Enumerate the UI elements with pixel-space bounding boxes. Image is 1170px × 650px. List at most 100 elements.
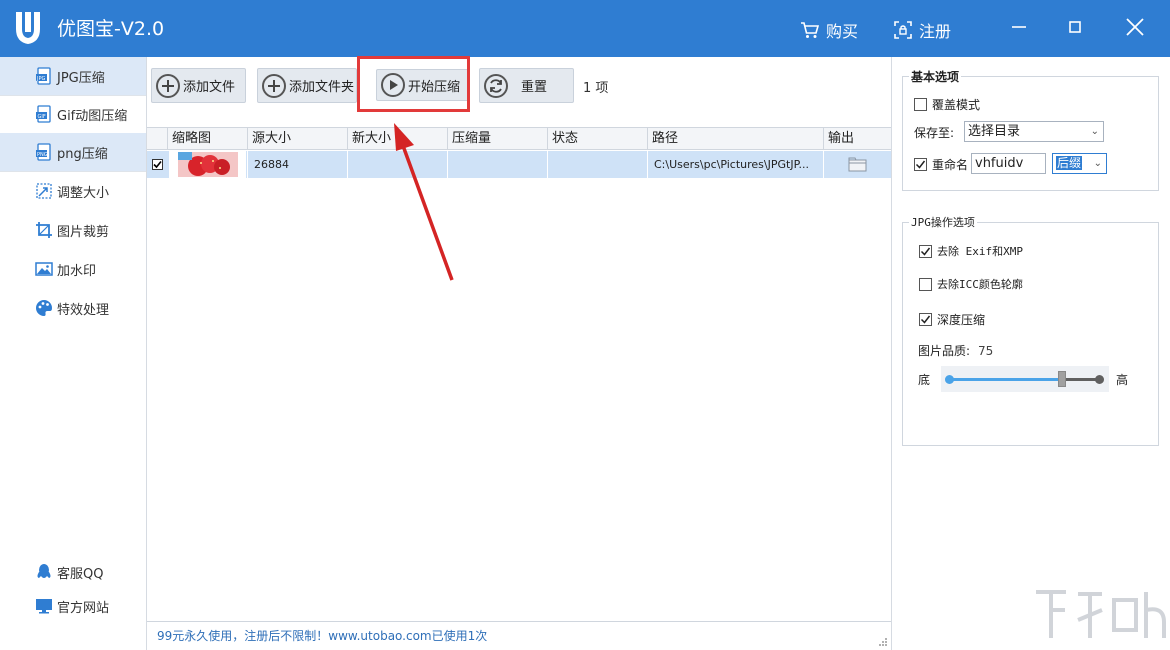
add-folder-label: 添加文件夹 bbox=[289, 80, 355, 95]
add-file-label: 添加文件 bbox=[183, 80, 236, 95]
sidebar-item-crop[interactable]: 图片裁剪 bbox=[0, 211, 146, 249]
support-qq-link[interactable]: 客服QQ bbox=[0, 553, 146, 591]
rename-checkbox[interactable]: 重命名 bbox=[914, 156, 968, 173]
jpg-options-title: JPG操作选项 bbox=[909, 214, 977, 230]
svg-text:PNG: PNG bbox=[37, 152, 48, 158]
deep-compress-checkbox[interactable]: 深度压缩 bbox=[919, 311, 985, 328]
quality-slider[interactable] bbox=[941, 366, 1109, 392]
buy-button[interactable]: 购买 bbox=[800, 18, 858, 42]
register-icon bbox=[894, 21, 912, 39]
quality-low-label: 底 bbox=[918, 373, 931, 387]
chevron-down-icon: ⌄ bbox=[1093, 158, 1102, 169]
column-header-status[interactable]: 状态 bbox=[547, 128, 647, 150]
slider-fill bbox=[949, 378, 1062, 381]
deep-compress-label: 深度压缩 bbox=[937, 313, 986, 327]
checkbox-unchecked bbox=[914, 98, 927, 111]
rename-position-select[interactable]: 后缀 ⌄ bbox=[1052, 153, 1107, 174]
sidebar-item-gif-compress[interactable]: GIF Gif动图压缩 bbox=[0, 95, 146, 133]
svg-text:GIF: GIF bbox=[38, 114, 46, 120]
site-watermark-logo bbox=[1036, 590, 1166, 638]
sidebar-item-effects[interactable]: 特效处理 bbox=[0, 289, 146, 327]
rename-label: 重命名 bbox=[932, 158, 969, 172]
sidebar-item-resize[interactable]: 调整大小 bbox=[0, 172, 146, 210]
slider-thumb[interactable] bbox=[1057, 371, 1066, 387]
row-thumbnail bbox=[169, 151, 246, 178]
row-checkbox[interactable] bbox=[152, 159, 163, 170]
sidebar-item-label: 调整大小 bbox=[57, 185, 110, 201]
plus-circle-icon bbox=[262, 73, 286, 98]
rename-input[interactable]: vhfuidv bbox=[971, 153, 1046, 174]
close-icon bbox=[1126, 18, 1144, 36]
remove-exif-label: 去除 Exif和XMP bbox=[937, 245, 1023, 258]
sidebar-item-label: 加水印 bbox=[57, 263, 97, 279]
rename-position-value: 后缀 bbox=[1056, 156, 1083, 170]
folder-icon[interactable] bbox=[848, 157, 867, 172]
crop-icon bbox=[36, 222, 52, 238]
minimize-icon bbox=[1012, 26, 1026, 28]
quality-row: 图片品质: 75 bbox=[918, 342, 993, 359]
sidebar: JPG JPG压缩 GIF Gif动图压缩 PNG png压缩 调整大小 图片裁… bbox=[0, 57, 147, 650]
support-qq-label: 客服QQ bbox=[57, 566, 104, 582]
row-output bbox=[823, 151, 891, 178]
checkbox-checked bbox=[914, 158, 927, 171]
sidebar-item-label: JPG压缩 bbox=[57, 70, 105, 86]
thumbnail-image bbox=[170, 151, 246, 178]
row-status bbox=[547, 151, 647, 178]
row-source-size: 26884 bbox=[247, 151, 347, 178]
table-row[interactable]: 26884 C:\Users\pc\Pictures\JPGtJP... bbox=[147, 151, 891, 178]
sidebar-item-watermark[interactable]: 加水印 bbox=[0, 250, 146, 288]
status-text: 99元永久使用，注册后不限制！www.utobao.com已使用1次 bbox=[157, 629, 488, 643]
checkbox-checked bbox=[919, 313, 932, 326]
item-count: 1 项 bbox=[583, 81, 609, 96]
row-path: C:\Users\pc\Pictures\JPGtJP... bbox=[647, 151, 823, 178]
save-to-select[interactable]: 选择目录 ⌄ bbox=[964, 121, 1104, 142]
overwrite-mode-checkbox[interactable]: 覆盖模式 bbox=[914, 96, 980, 113]
toolbar: 添加文件 添加文件夹 开始压缩 重置 1 项 bbox=[147, 57, 891, 127]
close-button[interactable] bbox=[1118, 10, 1152, 44]
cart-icon bbox=[801, 22, 820, 38]
image-icon bbox=[35, 262, 53, 276]
minimize-button[interactable] bbox=[1002, 10, 1036, 44]
remove-icc-label: 去除ICC颜色轮廓 bbox=[937, 278, 1023, 291]
register-label: 注册 bbox=[919, 22, 952, 41]
remove-icc-checkbox[interactable]: 去除ICC颜色轮廓 bbox=[919, 276, 1023, 292]
register-button[interactable]: 注册 bbox=[893, 18, 951, 42]
remove-exif-checkbox[interactable]: 去除 Exif和XMP bbox=[919, 243, 1023, 259]
status-bar: 99元永久使用，注册后不限制！www.utobao.com已使用1次 bbox=[147, 621, 891, 650]
column-header-thumbnail[interactable]: 缩略图 bbox=[167, 128, 247, 150]
refresh-icon bbox=[484, 73, 508, 98]
svg-text:JPG: JPG bbox=[36, 76, 45, 82]
sidebar-item-label: png压缩 bbox=[57, 146, 108, 162]
checkbox-unchecked bbox=[919, 277, 932, 291]
qq-icon bbox=[37, 564, 51, 578]
slider-max-dot bbox=[1095, 375, 1104, 384]
column-header-source-size[interactable]: 源大小 bbox=[247, 128, 347, 150]
official-website-link[interactable]: 官方网站 bbox=[0, 587, 146, 625]
checkbox-checked bbox=[919, 244, 932, 258]
resize-grip-icon[interactable] bbox=[878, 637, 888, 647]
reset-button[interactable]: 重置 bbox=[479, 68, 574, 103]
quality-high-label: 高 bbox=[1116, 373, 1129, 387]
sidebar-item-jpg-compress[interactable]: JPG JPG压缩 bbox=[0, 57, 146, 95]
add-file-button[interactable]: 添加文件 bbox=[151, 68, 246, 103]
basic-options-title: 基本选项 bbox=[909, 68, 962, 85]
file-table: 缩略图 源大小 新大小 压缩量 状态 路径 输出 26884 C:\Users\… bbox=[147, 127, 891, 621]
column-header-output[interactable]: 输出 bbox=[823, 128, 891, 150]
column-header-path[interactable]: 路径 bbox=[647, 128, 823, 150]
app-title: 优图宝-V2.0 bbox=[57, 18, 165, 40]
quality-value: 75 bbox=[978, 343, 994, 358]
buy-label: 购买 bbox=[826, 22, 859, 41]
plus-circle-icon bbox=[156, 73, 180, 98]
save-to-value: 选择目录 bbox=[968, 124, 1021, 139]
jpg-file-icon: JPG bbox=[36, 67, 51, 85]
resize-icon bbox=[36, 183, 52, 199]
chevron-down-icon: ⌄ bbox=[1090, 126, 1099, 137]
sidebar-item-png-compress[interactable]: PNG png压缩 bbox=[0, 133, 146, 171]
quality-label: 图片品质: bbox=[918, 344, 971, 358]
save-to-label: 保存至: bbox=[914, 126, 955, 140]
annotation-arrow bbox=[394, 123, 454, 281]
maximize-button[interactable] bbox=[1058, 10, 1092, 44]
monitor-icon bbox=[36, 599, 52, 614]
add-folder-button[interactable]: 添加文件夹 bbox=[257, 68, 357, 103]
table-header: 缩略图 源大小 新大小 压缩量 状态 路径 输出 bbox=[147, 128, 891, 150]
